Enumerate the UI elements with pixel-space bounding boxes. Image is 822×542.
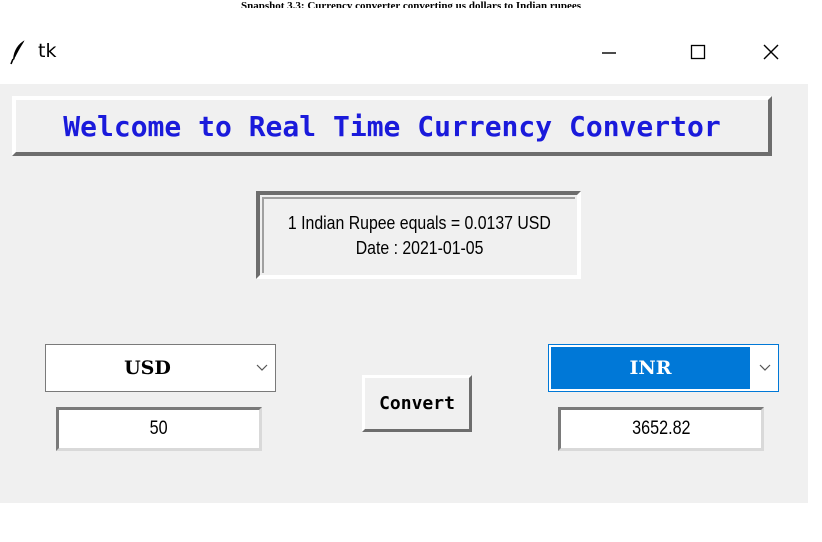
exchange-rate-text: 1 Indian Rupee equals = 0.0137 USD [288,213,551,233]
window-title: tk [38,40,57,62]
window-titlebar[interactable]: tk [0,22,822,84]
rate-date-text: Date : 2021-01-05 [355,238,484,258]
from-currency-value: USD [124,357,171,379]
chevron-down-icon[interactable] [752,345,778,391]
to-amount-value: 3652.82 [631,418,691,439]
feather-icon [10,39,28,65]
welcome-banner: Welcome to Real Time Currency Convertor [12,96,772,156]
to-amount-field[interactable]: 3652.82 [558,407,764,451]
minimize-button[interactable] [586,30,632,74]
window-client-area: Welcome to Real Time Currency Convertor … [0,84,808,503]
chevron-down-icon[interactable] [249,345,275,391]
convert-button-label: Convert [379,393,455,414]
close-icon [763,44,779,60]
close-button[interactable] [748,30,794,74]
exchange-rate-panel: 1 Indian Rupee equals = 0.0137 USD Date … [256,191,581,279]
minimize-icon [602,52,616,54]
screenshot-caption: Snapshot 3.3: Currency converter convert… [241,0,581,8]
to-currency-value: INR [551,347,750,389]
from-amount-value: 50 [150,418,168,439]
convert-button[interactable]: Convert [362,375,472,432]
from-amount-field[interactable]: 50 [56,407,262,451]
from-currency-select[interactable]: USD [45,344,276,392]
maximize-icon [690,44,706,60]
to-currency-select[interactable]: INR [548,344,779,392]
maximize-button[interactable] [675,30,721,74]
